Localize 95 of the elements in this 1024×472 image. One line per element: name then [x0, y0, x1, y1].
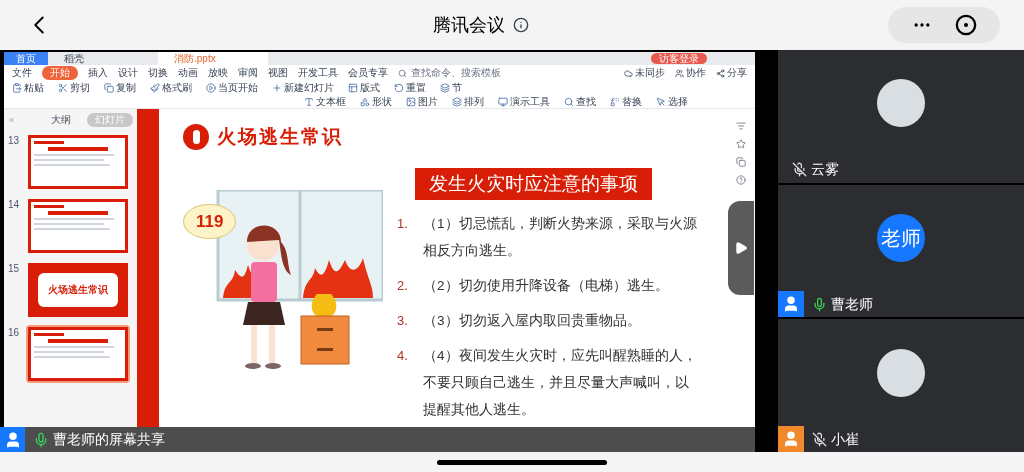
- toolbar-button[interactable]: 剪切: [58, 83, 90, 93]
- slide-thumbnail[interactable]: [26, 133, 130, 191]
- ribbon-tab[interactable]: 审阅: [238, 68, 258, 78]
- home-tab[interactable]: 首页: [4, 52, 48, 65]
- list-item-text: （1）切忌慌乱，判断火势来源，采取与火源相反方向逃生。: [423, 215, 697, 260]
- share-icon: [716, 68, 725, 78]
- ribbon-tab[interactable]: 文件: [12, 68, 32, 78]
- toolbar-button[interactable]: 替换: [610, 96, 642, 107]
- list-number: 1.: [397, 215, 409, 233]
- share-label: 曹老师的屏幕共享: [53, 430, 165, 449]
- toolbar-button[interactable]: 演示工具: [498, 96, 550, 107]
- brush-icon: [150, 83, 160, 93]
- command-search[interactable]: 查找命令、搜索模板: [398, 68, 501, 78]
- toolbar-button[interactable]: 粘贴: [12, 83, 44, 93]
- replace-icon: [610, 96, 620, 107]
- participant-tile[interactable]: 云雾: [778, 50, 1024, 183]
- slide-thumbnail[interactable]: 火场逃生常识: [26, 261, 130, 319]
- slide-number: 13: [8, 134, 21, 148]
- collab-button[interactable]: 分享: [716, 68, 747, 78]
- list-number: 2.: [397, 277, 409, 295]
- scissors-icon: [58, 83, 68, 93]
- ribbon-tab[interactable]: 插入: [88, 68, 108, 78]
- list-item-text: （4）夜间发生火灾时，应先叫醒熟睡的人，不要只顾自己逃生，并且尽量大声喊叫，以提醒其他人逃生。: [423, 347, 697, 419]
- collab-button[interactable]: 未同步: [624, 68, 665, 78]
- ribbon-tab[interactable]: 放映: [208, 68, 228, 78]
- text-icon: [304, 96, 314, 107]
- users-icon: [675, 68, 684, 78]
- toolbar-button[interactable]: 排列: [452, 96, 484, 107]
- toolbar-button[interactable]: 节: [440, 83, 462, 93]
- cloud-icon: [624, 68, 633, 78]
- ribbon-tab[interactable]: 开发工具: [298, 68, 338, 78]
- ribbon-tab[interactable]: 会员专享: [348, 68, 388, 78]
- toolbar-button[interactable]: 形状: [360, 96, 392, 107]
- ribbon-tab[interactable]: 切换: [148, 68, 168, 78]
- play-icon: [734, 241, 748, 255]
- search-icon: [398, 68, 407, 78]
- login-button[interactable]: 访客登录: [651, 53, 707, 64]
- participant-name: 小崔: [831, 429, 859, 449]
- monitor-icon: [498, 96, 508, 107]
- document-tab[interactable]: 稻壳: [48, 52, 158, 65]
- paste-icon: [12, 83, 22, 93]
- participant-name: 云雾: [811, 160, 839, 180]
- copy-icon: [104, 83, 114, 93]
- layers-icon: [452, 96, 462, 107]
- toolbar-button[interactable]: 查找: [564, 96, 596, 107]
- shapes-icon: [360, 96, 370, 107]
- play-side-tab[interactable]: [728, 201, 754, 295]
- slide-number: 15: [8, 262, 21, 276]
- list-item-text: （3）切勿返入屋内取回贵重物品。: [423, 312, 642, 330]
- thumbnail-title: 火场逃生常识: [48, 285, 108, 295]
- participant-name: 曹老师: [831, 294, 873, 314]
- plus-icon: [272, 83, 282, 93]
- star-icon[interactable]: [736, 139, 746, 149]
- document-tab[interactable]: 消防.pptx: [158, 52, 268, 65]
- layers-icon: [440, 83, 450, 93]
- meeting-title: 腾讯会议: [433, 13, 505, 37]
- search-icon: [564, 96, 574, 107]
- collab-button[interactable]: 协作: [675, 68, 706, 78]
- info-icon[interactable]: [513, 17, 529, 33]
- toolbar-button[interactable]: 当页开始: [206, 83, 258, 93]
- toolbar-button[interactable]: 图片: [406, 96, 438, 107]
- slide-heading: 发生火灾时应注意的事项: [415, 167, 652, 200]
- ribbon-tab[interactable]: 设计: [118, 68, 138, 78]
- toolbar-button[interactable]: 格式刷: [150, 83, 192, 93]
- extinguisher-icon: [183, 124, 209, 151]
- layout-icon: [348, 83, 358, 93]
- photo-placeholder: [877, 348, 925, 397]
- avatar: 老师: [877, 214, 925, 262]
- participant-tile[interactable]: 老师 曹老师: [778, 184, 1024, 318]
- slide-number: 16: [8, 326, 21, 340]
- ribbon-tab[interactable]: 动画: [178, 68, 198, 78]
- toolbar-button[interactable]: 选择: [656, 96, 688, 107]
- target-icon[interactable]: [954, 14, 977, 36]
- slide-number: 14: [8, 198, 21, 212]
- slide-thumbnail[interactable]: [26, 325, 130, 383]
- image-icon: [406, 96, 416, 107]
- copy-icon[interactable]: [736, 157, 746, 167]
- toolbar-button[interactable]: 新建幻灯片: [272, 83, 334, 93]
- toolbar-button[interactable]: 版式: [348, 83, 380, 93]
- list-item-text: （2）切勿使用升降设备（电梯）逃生。: [423, 277, 670, 295]
- mic-icon: [33, 431, 49, 448]
- reset-icon: [394, 83, 404, 93]
- play-icon: [206, 83, 216, 93]
- toolbar-button[interactable]: 重置: [394, 83, 426, 93]
- list-number: 3.: [397, 312, 409, 330]
- toolbar-button[interactable]: 复制: [104, 83, 136, 93]
- participant-tile[interactable]: 小崔: [778, 319, 1024, 452]
- pointer-icon: [656, 96, 666, 107]
- list-number: 4.: [397, 347, 409, 365]
- ribbon-tab[interactable]: 视图: [268, 68, 288, 78]
- slide-title: 火场逃生常识: [217, 125, 343, 149]
- slide-thumbnail[interactable]: [26, 197, 130, 255]
- photo-placeholder: [877, 79, 925, 128]
- panel-tab[interactable]: 大纲: [43, 113, 79, 127]
- toolbar-button[interactable]: 文本框: [304, 96, 346, 107]
